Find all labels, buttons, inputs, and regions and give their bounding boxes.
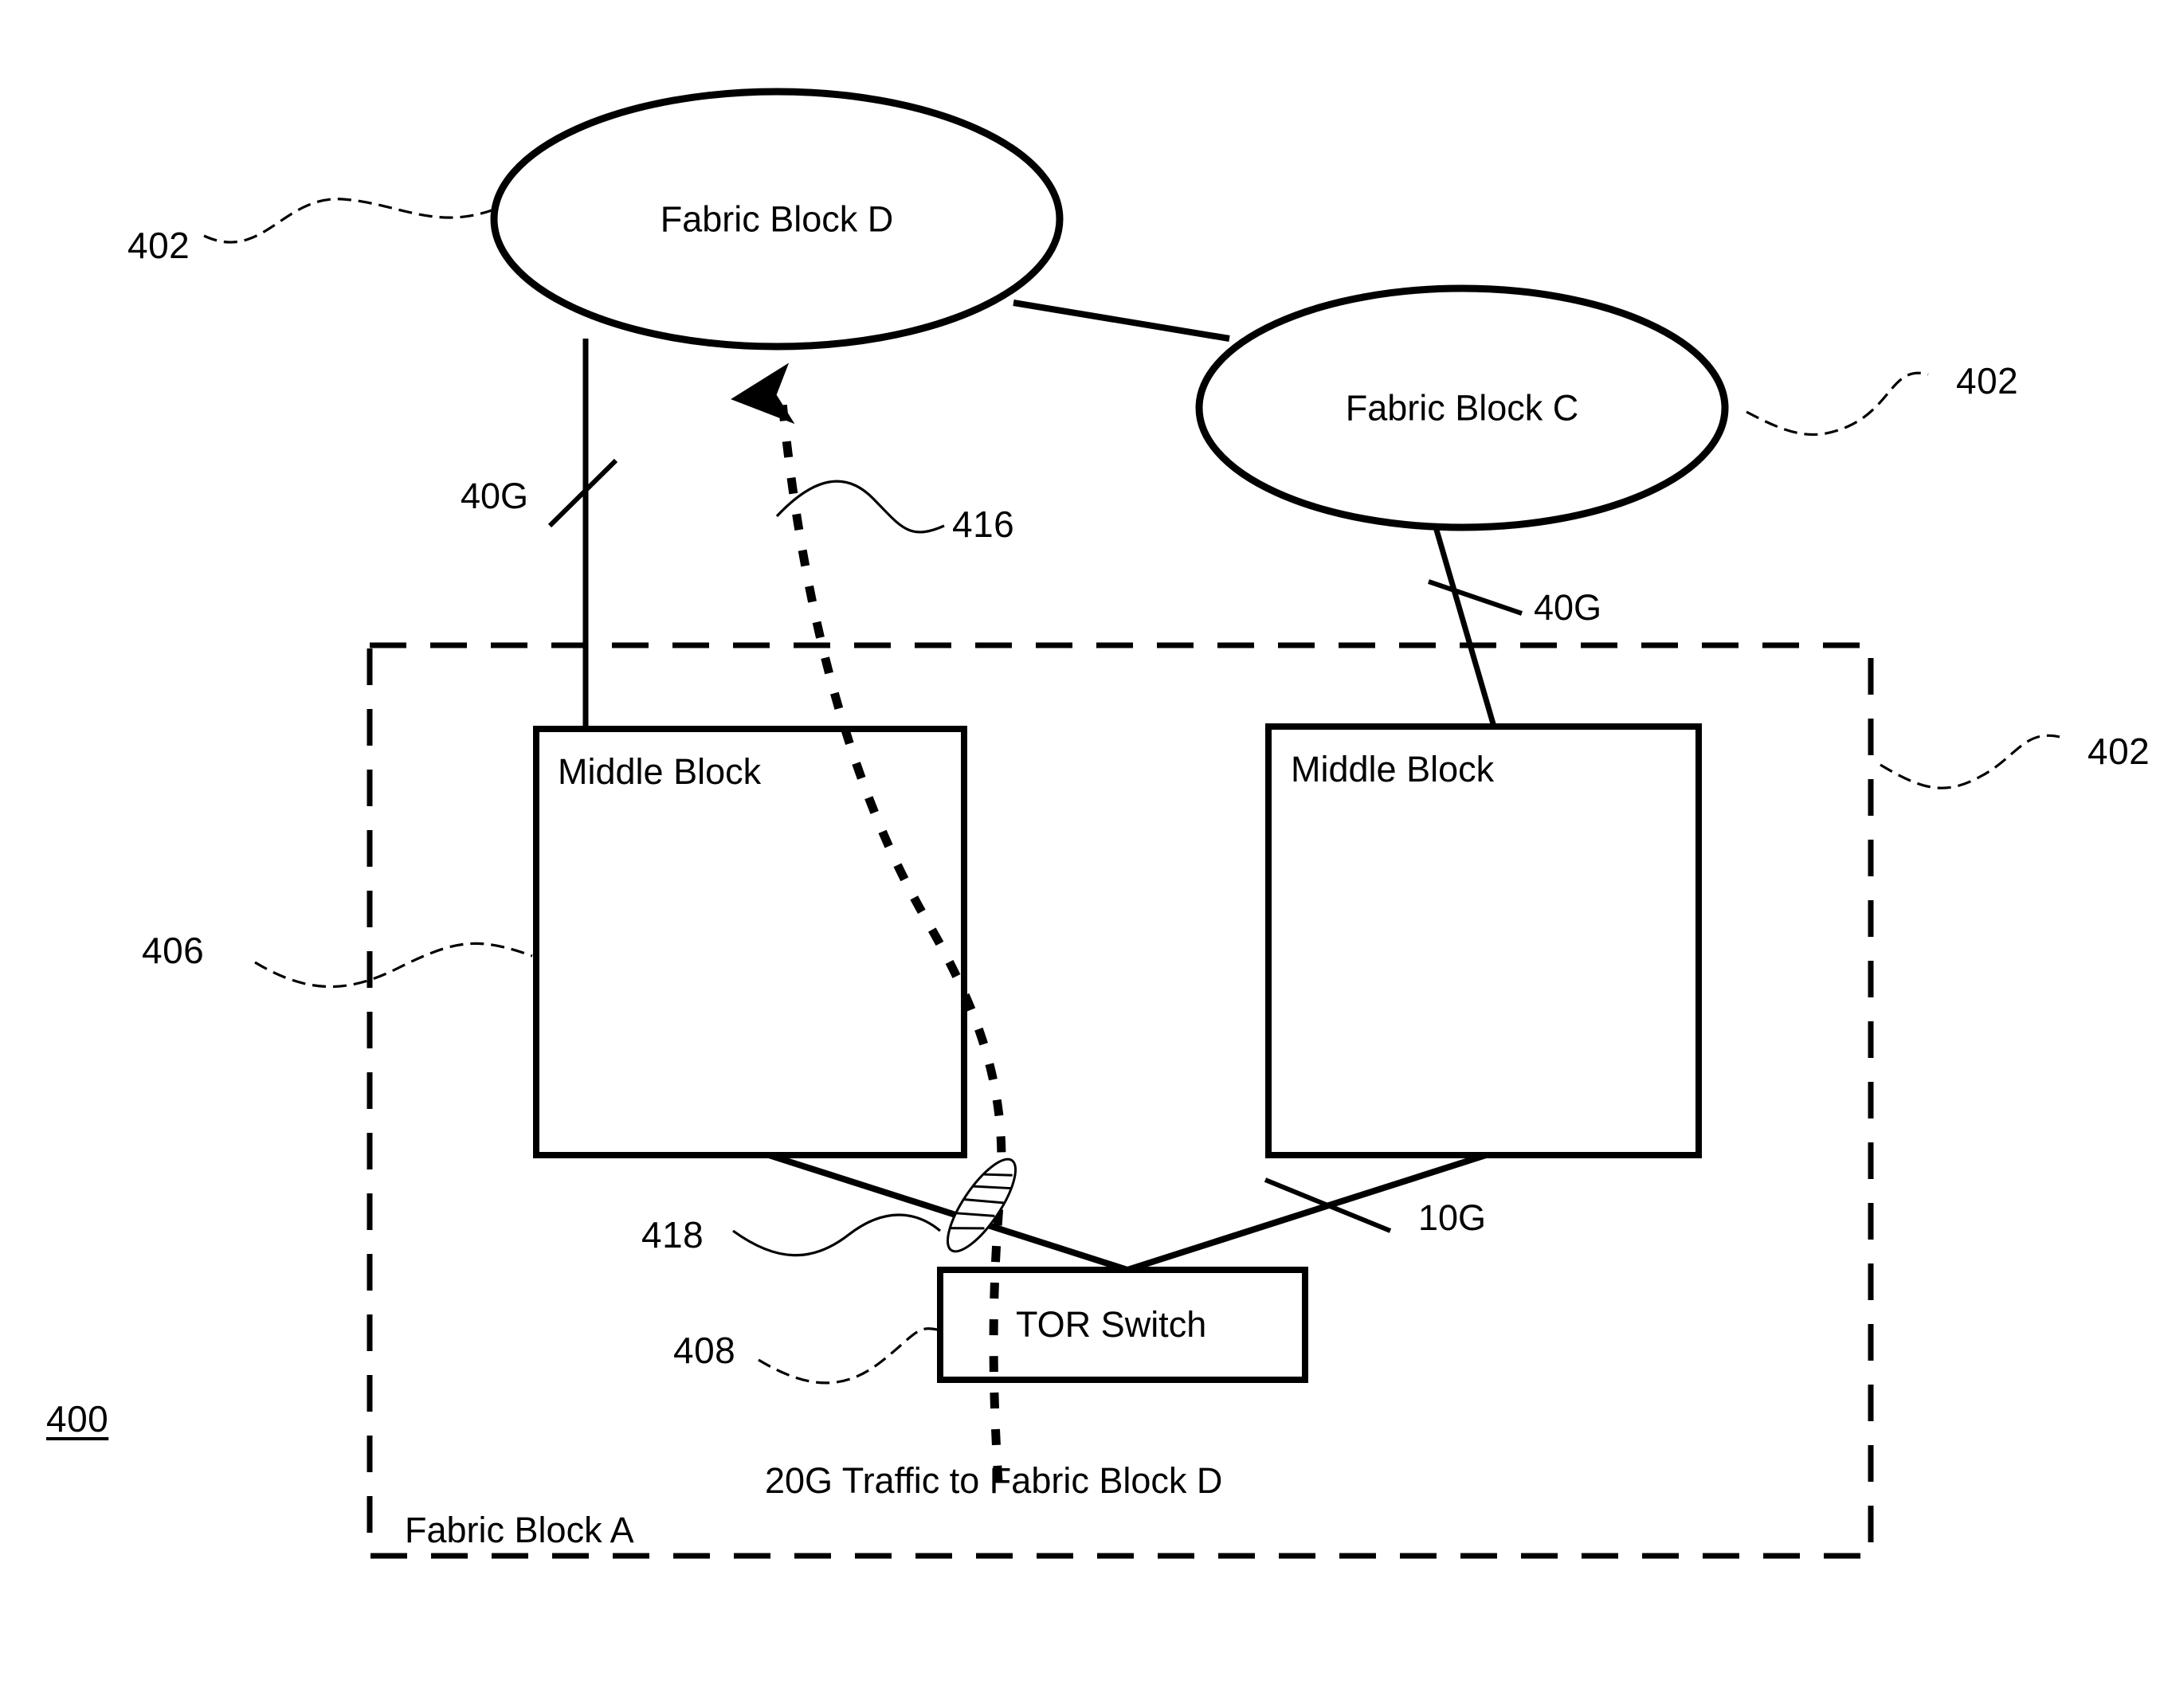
reference-numeral-402-fabric-a: 402 — [2087, 731, 2150, 772]
reference-numeral-408: 408 — [673, 1330, 736, 1371]
leader-line-418 — [732, 1213, 942, 1257]
link-failure-marker — [946, 1158, 1017, 1253]
link-capacity-label-40g-right: 40G — [1534, 587, 1602, 628]
middle-block-left-label: Middle Block — [558, 751, 762, 792]
middle-block-right-shape — [1265, 723, 1702, 1158]
reference-numeral-418: 418 — [641, 1214, 704, 1256]
leader-line-408 — [758, 1327, 941, 1385]
rerouted-traffic-caption: 20G Traffic to Fabric Block D — [765, 1460, 1223, 1501]
middle-block-left-shape — [533, 726, 967, 1158]
leader-line-402-d — [203, 198, 495, 244]
reference-numeral-406: 406 — [142, 930, 205, 971]
capacity-tick-10g — [1264, 1177, 1392, 1233]
diagram-canvas — [203, 88, 2060, 1559]
tor-switch-label: TOR Switch — [1016, 1304, 1207, 1345]
link-middleblock-right-to-fabric-c — [1431, 521, 1497, 727]
link-tor-to-middleblock-left — [767, 1152, 1129, 1273]
fabric-block-c-label: Fabric Block C — [1345, 387, 1579, 429]
middle-block-right-label: Middle Block — [1291, 749, 1495, 789]
patent-figure: Fabric Block D Fabric Block C Middle Blo… — [0, 0, 2160, 1708]
leader-line-402-c — [1746, 371, 1929, 437]
reference-numeral-402-fabric-d: 402 — [127, 225, 190, 266]
reference-numeral-400-figure: 400 — [46, 1398, 109, 1440]
reference-numeral-416: 416 — [952, 503, 1015, 545]
link-capacity-label-40g-left: 40G — [461, 476, 529, 516]
leader-line-402-a — [1880, 734, 2060, 789]
leader-line-406 — [254, 942, 533, 989]
reference-numeral-402-fabric-c: 402 — [1956, 360, 2019, 402]
fabric-block-a-label: Fabric Block A — [405, 1510, 634, 1550]
link-capacity-label-10g: 10G — [1418, 1197, 1487, 1238]
link-fabric-d-to-fabric-c — [1013, 300, 1230, 342]
fabric-block-d-label: Fabric Block D — [660, 198, 894, 240]
capacity-tick-40g-right — [1428, 579, 1523, 616]
